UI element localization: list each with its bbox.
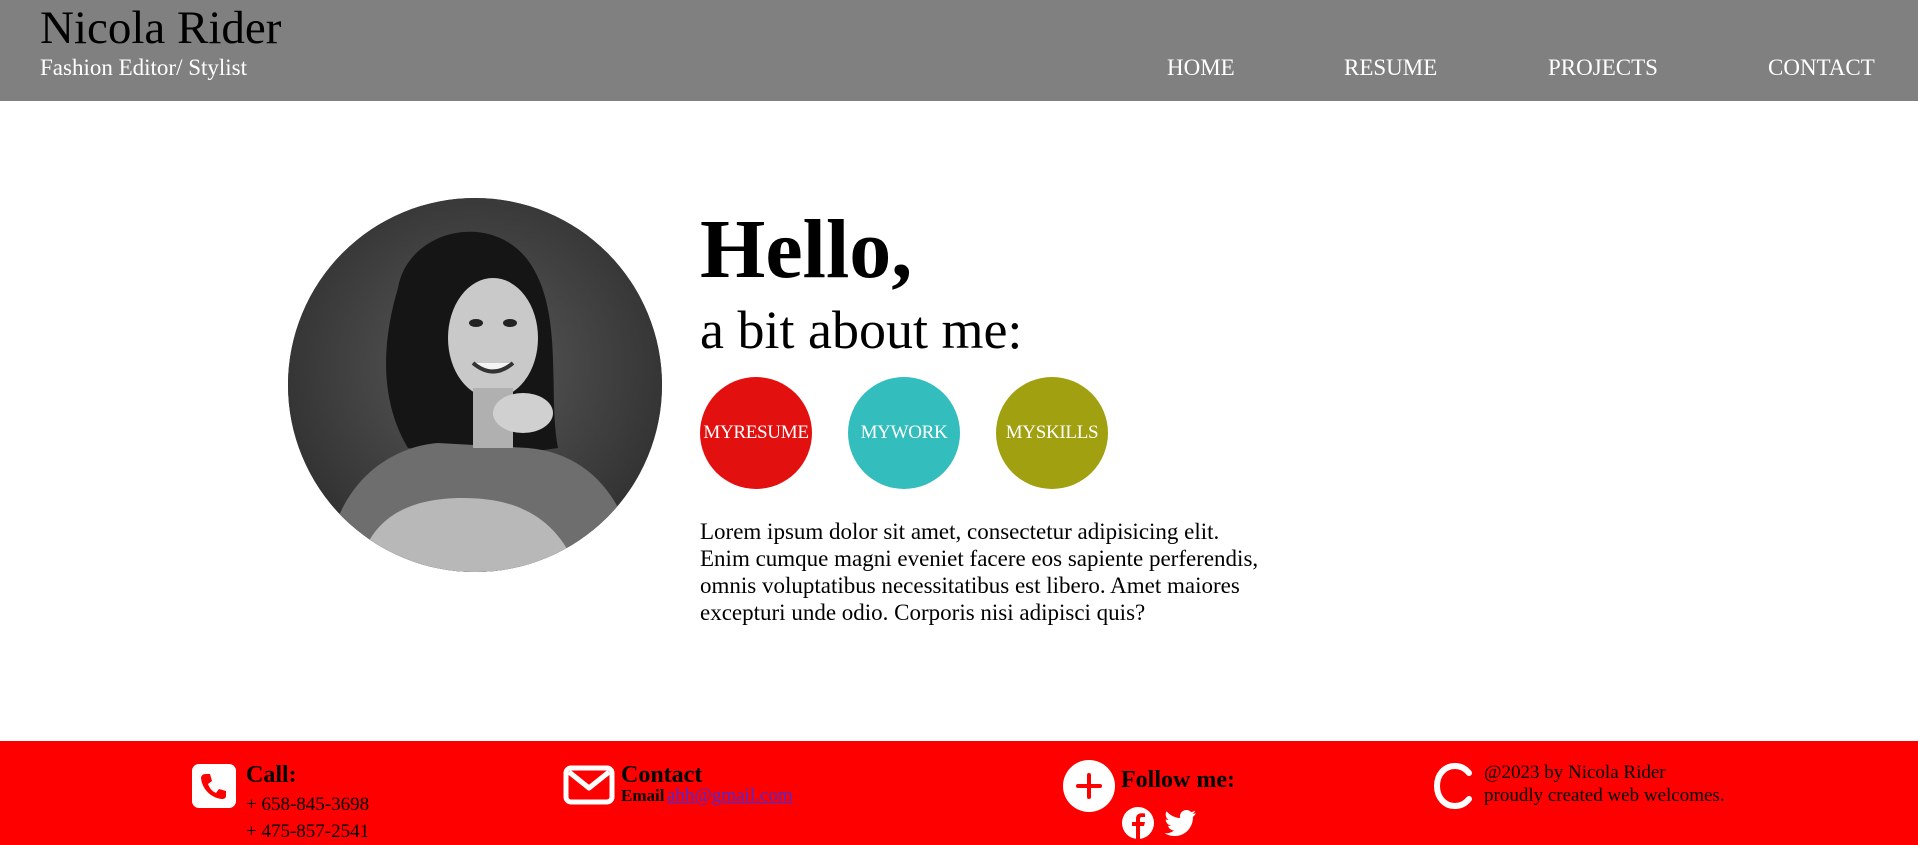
site-header: Nicola Rider Fashion Editor/ Stylist HOM… <box>0 0 1918 101</box>
nav-contact[interactable]: CONTACT <box>1768 53 1875 83</box>
bio-paragraph: Lorem ipsum dolor sit amet, consectetur … <box>700 519 1259 625</box>
copyright-line-2: proudly created web welcomes. <box>1484 785 1725 806</box>
copyright-line-1: @2023 by Nicola Rider <box>1484 762 1666 783</box>
about-subheading: a bit about me: <box>700 300 1023 360</box>
twitter-icon[interactable] <box>1164 809 1197 842</box>
greeting-heading: Hello, <box>700 203 913 296</box>
phone-icon <box>192 764 236 813</box>
my-resume-button[interactable]: MYRESUME <box>700 377 812 489</box>
follow-title: Follow me: <box>1121 767 1235 793</box>
nav-resume[interactable]: RESUME <box>1344 53 1437 83</box>
nav-home[interactable]: HOME <box>1167 53 1235 83</box>
site-title: Nicola Rider <box>40 2 282 54</box>
site-subtitle: Fashion Editor/ Stylist <box>40 55 248 80</box>
my-skills-button[interactable]: MYSKILLS <box>996 377 1108 489</box>
email-label: Email <box>621 786 665 805</box>
my-work-button[interactable]: MYWORK <box>848 377 960 489</box>
phone-number-2: + 475-857-2541 <box>246 821 370 842</box>
nav-projects[interactable]: PROJECTS <box>1548 53 1658 83</box>
portrait-photo <box>288 198 662 572</box>
site-footer: Call: + 658-845-3698 + 475-857-2541 Cont… <box>0 741 1918 845</box>
call-title: Call: <box>246 762 297 788</box>
plus-circle-icon <box>1063 760 1115 817</box>
email-link[interactable]: ahh@gmail.com <box>667 785 793 807</box>
phone-number-1: + 658-845-3698 <box>246 794 370 815</box>
copyright-icon <box>1433 762 1475 814</box>
envelope-icon <box>563 765 615 810</box>
facebook-icon[interactable] <box>1122 807 1154 844</box>
